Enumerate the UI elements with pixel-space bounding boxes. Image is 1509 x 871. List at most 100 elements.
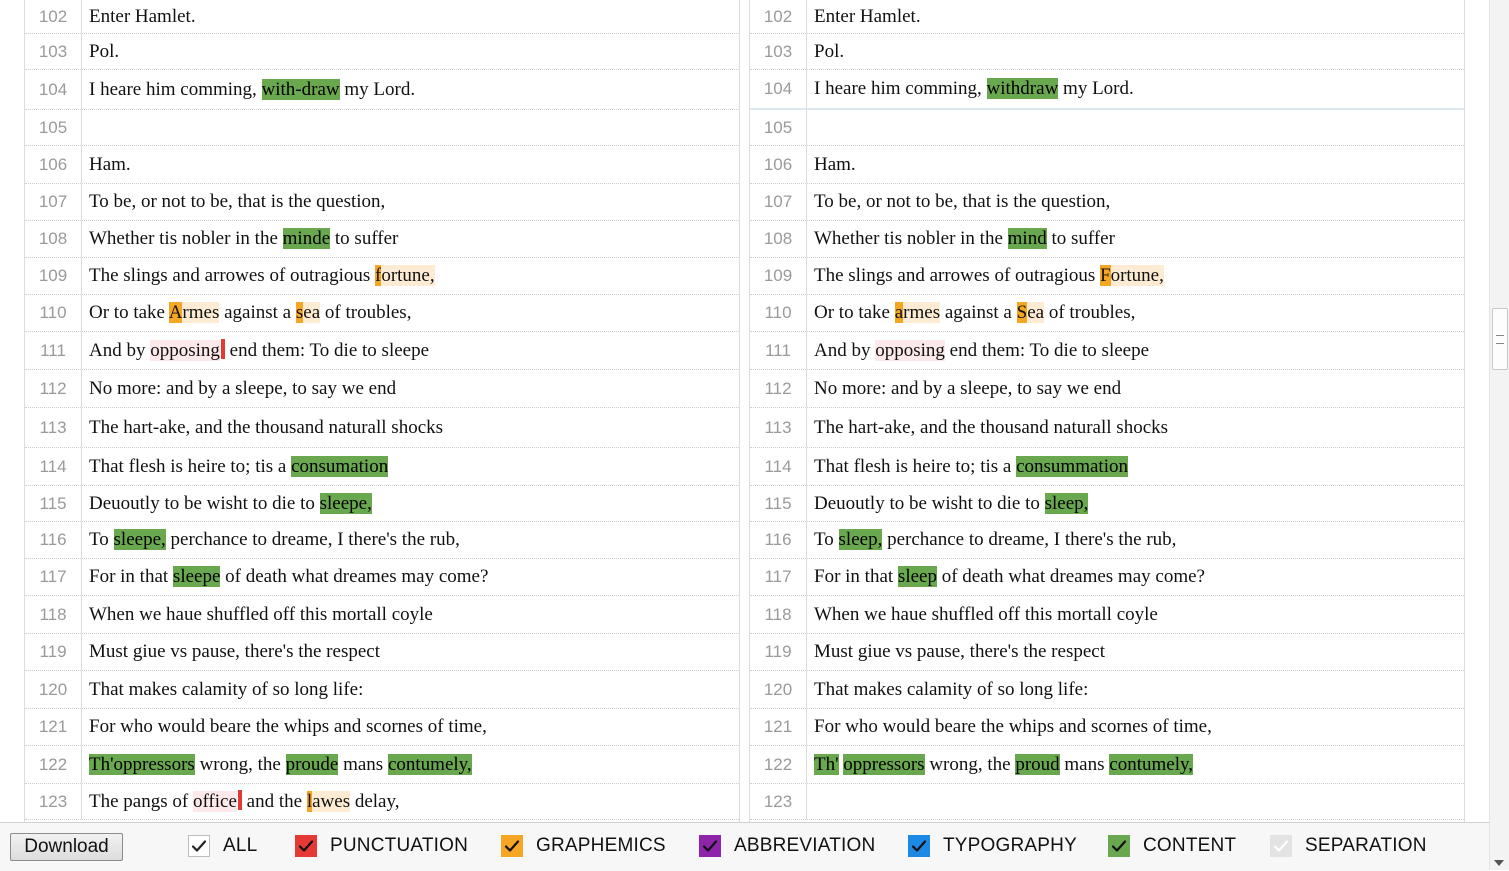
- line-text: No more: and by a sleepe, to say we end: [807, 378, 1121, 400]
- vertical-scrollbar[interactable]: [1489, 0, 1509, 870]
- line-text: Pol.: [807, 41, 844, 63]
- text-segment: For in that: [89, 566, 173, 587]
- graphemics-variant-letter[interactable]: A: [168, 302, 183, 323]
- content-variant-highlight[interactable]: proude: [285, 753, 339, 775]
- graphemics-variant-highlight[interactable]: rmes: [182, 302, 220, 323]
- text-line-row: 120 That makes calamity of so long life:: [25, 671, 739, 709]
- checkbox-check-icon[interactable]: [1108, 835, 1130, 857]
- line-text: The slings and arrowes of outragious for…: [82, 265, 435, 287]
- punctuation-variant-highlight[interactable]: opposing: [150, 340, 220, 361]
- content-variant-highlight[interactable]: withdraw: [986, 78, 1059, 99]
- content-variant-highlight[interactable]: oppressors: [843, 753, 925, 775]
- line-number: 123: [25, 784, 82, 819]
- graphemics-variant-letter[interactable]: F: [1100, 265, 1111, 286]
- filter-all[interactable]: ALL: [188, 833, 257, 859]
- content-variant-highlight[interactable]: contumely,: [1109, 753, 1193, 775]
- graphemics-variant-highlight[interactable]: awes: [312, 791, 351, 812]
- filter-separation[interactable]: SEPARATION: [1270, 833, 1427, 859]
- text-line-row: 117 For in that sleepe of death what drea…: [25, 559, 739, 596]
- text-segment: end them: To die to sleepe: [224, 340, 430, 361]
- text-line-row: 114 That flesh is heire to; tis a consuma…: [25, 448, 739, 486]
- line-text: For who would beare the whips and scorne…: [82, 716, 487, 738]
- line-number: 102: [750, 0, 807, 33]
- graphemics-variant-highlight[interactable]: ea: [303, 302, 321, 323]
- content-variant-highlight[interactable]: sleep,: [1044, 492, 1089, 514]
- filter-punctuation[interactable]: PUNCTUATION: [295, 833, 468, 859]
- content-variant-highlight[interactable]: with-draw: [261, 78, 340, 100]
- content-variant-highlight[interactable]: sleepe: [172, 566, 221, 587]
- line-number: 103: [25, 34, 82, 69]
- text-line-row: 111 And by opposing end them: To die to s…: [750, 332, 1464, 370]
- content-variant-highlight[interactable]: minde: [282, 228, 331, 249]
- line-text: Must giue vs pause, there's the respect: [82, 641, 380, 663]
- graphemics-variant-highlight[interactable]: ortune,: [1110, 265, 1164, 286]
- content-variant-highlight[interactable]: Th'oppressors: [89, 753, 195, 775]
- content-variant-highlight[interactable]: sleepe,: [319, 492, 372, 514]
- text-segment: I heare him comming,: [814, 78, 987, 99]
- line-number: 103: [750, 34, 807, 69]
- content-variant-highlight[interactable]: sleep: [897, 566, 937, 587]
- line-text: Or to take armes against a Sea of troubl…: [807, 302, 1135, 324]
- checkbox-check-icon[interactable]: [188, 835, 210, 857]
- line-text: I heare him comming, withdraw my Lord.: [807, 78, 1134, 100]
- line-number: 119: [25, 634, 82, 670]
- content-variant-highlight[interactable]: Th': [814, 753, 839, 775]
- line-number: 116: [25, 522, 82, 558]
- filter-typography[interactable]: TYPOGRAPHY: [908, 833, 1077, 859]
- text-line-row: 115 Deuoutly to be wisht to die to sleepe…: [25, 486, 739, 522]
- graphemics-variant-letter[interactable]: a: [894, 302, 904, 323]
- witness-panel-left: 102 Enter Hamlet. 103 Pol. 104 I heare him co…: [24, 0, 740, 822]
- graphemics-variant-highlight[interactable]: rmes: [903, 302, 941, 323]
- filter-graphemics[interactable]: GRAPHEMICS: [501, 833, 666, 859]
- checkbox-check-icon[interactable]: [501, 835, 523, 857]
- content-variant-highlight[interactable]: sleepe,: [113, 529, 166, 550]
- text-segment: To: [814, 529, 839, 550]
- line-text: The pangs of office and the lawes delay,: [82, 790, 400, 813]
- line-text: Ham.: [807, 154, 856, 176]
- text-line-row: 117 For in that sleep of death what dream…: [750, 559, 1464, 596]
- scrollbar-thumb[interactable]: [1492, 308, 1508, 370]
- text-line-row: 114 That flesh is heire to; tis a consumm…: [750, 448, 1464, 486]
- checkbox-check-icon[interactable]: [1270, 835, 1292, 857]
- text-line-row: 109 The slings and arrowes of outragious …: [25, 258, 739, 295]
- line-number: 106: [750, 146, 807, 183]
- content-variant-highlight[interactable]: consummation: [1016, 455, 1128, 477]
- punctuation-variant-highlight[interactable]: office: [192, 791, 237, 812]
- filter-abbreviation[interactable]: ABBREVIATION: [699, 833, 875, 859]
- line-number: 110: [750, 295, 807, 331]
- punctuation-variant-highlight[interactable]: opposing: [875, 339, 945, 361]
- filter-content[interactable]: CONTENT: [1108, 833, 1236, 859]
- line-number: 104: [750, 70, 807, 108]
- graphemics-variant-highlight[interactable]: ortune,: [381, 265, 435, 286]
- graphemics-variant-highlight[interactable]: ea: [1027, 302, 1045, 323]
- checkbox-check-icon[interactable]: [908, 835, 930, 857]
- content-variant-highlight[interactable]: sleep,: [838, 529, 883, 550]
- graphemics-variant-letter[interactable]: S: [1016, 302, 1028, 323]
- content-variant-highlight[interactable]: mind: [1007, 228, 1047, 249]
- content-variant-highlight[interactable]: consumation: [291, 455, 389, 477]
- text-line-row: 109 The slings and arrowes of outragious …: [750, 258, 1464, 295]
- line-text: To be, or not to be, that is the questio…: [807, 191, 1110, 213]
- text-line-row: 111 And by opposing end them: To die to s…: [25, 332, 739, 370]
- line-number: 118: [25, 596, 82, 633]
- text-segment: against a: [940, 302, 1017, 323]
- text-line-row: 105: [25, 110, 739, 146]
- content-variant-highlight[interactable]: proud: [1015, 753, 1060, 775]
- scroll-down-arrow-icon[interactable]: [1494, 860, 1504, 866]
- text-segment: mans: [1059, 753, 1110, 775]
- line-number: 102: [25, 0, 82, 33]
- text-segment: For who would beare the whips and scorne…: [89, 716, 487, 737]
- filter-label: PUNCTUATION: [330, 835, 469, 856]
- content-variant-highlight[interactable]: contumely,: [387, 753, 472, 775]
- line-number: 113: [750, 408, 807, 447]
- line-text: Must giue vs pause, there's the respect: [807, 641, 1105, 663]
- download-button[interactable]: Download: [10, 833, 123, 861]
- text-line-row: 107 To be, or not to be, that is the ques…: [750, 184, 1464, 221]
- text-segment: perchance to dreame, I there's the rub,: [165, 529, 460, 550]
- text-line-row: 122 Th'oppressors wrong, the proude mans …: [25, 746, 739, 784]
- checkbox-check-icon[interactable]: [295, 835, 317, 857]
- line-text: Deuoutly to be wisht to die to sleepe,: [82, 492, 372, 515]
- text-line-row: 104 I heare him comming, withdraw my Lord…: [750, 70, 1464, 110]
- checkbox-check-icon[interactable]: [699, 835, 721, 857]
- text-segment: Must giue vs pause, there's the respect: [89, 641, 380, 662]
